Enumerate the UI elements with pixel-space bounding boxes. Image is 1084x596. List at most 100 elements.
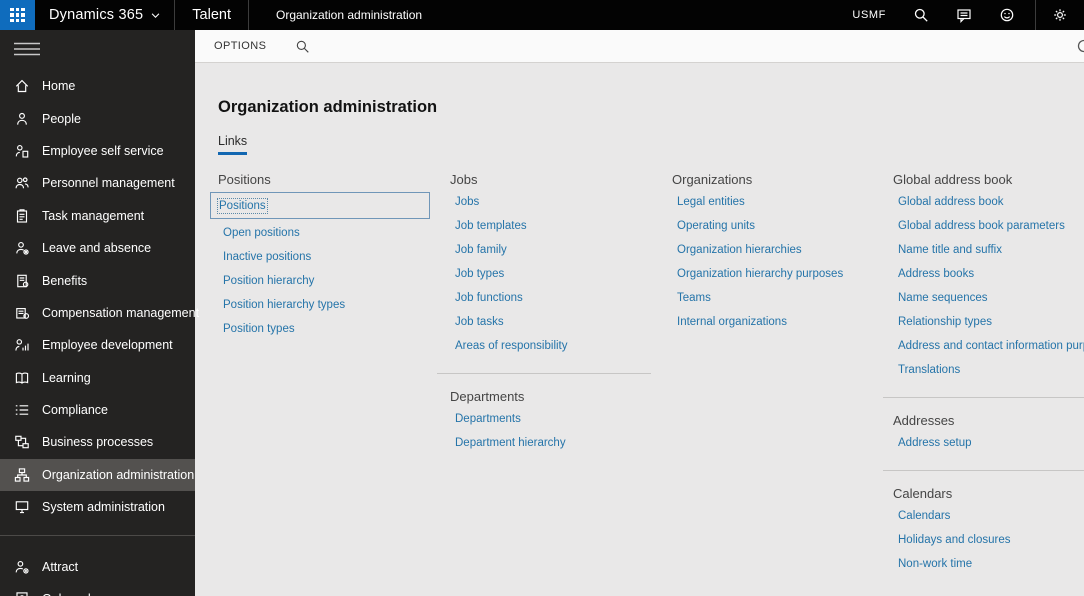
app-name-label: Dynamics 365	[49, 7, 144, 23]
sidebar-item-business-processes[interactable]: Business processes	[0, 426, 195, 458]
sidebar-item-label: Personnel management	[42, 176, 175, 191]
refresh-button[interactable]	[1076, 38, 1084, 54]
company-picker[interactable]: USMF	[852, 9, 886, 21]
link-name-sequences[interactable]: Name sequences	[898, 292, 988, 304]
options-menu[interactable]: OPTIONS	[214, 40, 266, 52]
sidebar-item-people[interactable]: People	[0, 102, 195, 134]
link-departments[interactable]: Departments	[455, 413, 521, 425]
link-translations[interactable]: Translations	[898, 364, 960, 376]
feedback-button[interactable]	[956, 7, 972, 23]
sidebar-item-label: Onboard	[42, 592, 91, 596]
app-name-menu[interactable]: Dynamics 365	[49, 7, 161, 23]
person-doc-icon	[15, 144, 29, 158]
sidebar-item-employee-development[interactable]: Employee development	[0, 329, 195, 361]
toolbar-search-button[interactable]	[295, 39, 310, 54]
sidebar-item-learning[interactable]: Learning	[0, 362, 195, 394]
sidebar-item-label: Employee self service	[42, 143, 164, 158]
chevron-down-icon	[151, 12, 160, 18]
link-calendars[interactable]: Calendars	[898, 510, 950, 522]
link-job-templates[interactable]: Job templates	[455, 220, 527, 232]
link-name-title-and-suffix[interactable]: Name title and suffix	[898, 244, 1002, 256]
link-relationship-types[interactable]: Relationship types	[898, 316, 992, 328]
link-organization-hierarchies[interactable]: Organization hierarchies	[677, 244, 802, 256]
page-title: Organization administration	[218, 98, 438, 116]
sidebar-item-label: Home	[42, 79, 76, 94]
section-header-organizations: Organizations	[672, 172, 753, 187]
link-non-work-time[interactable]: Non-work time	[898, 558, 972, 570]
sidebar-item-employee-self-service[interactable]: Employee self service	[0, 135, 195, 167]
people-icon	[15, 177, 29, 189]
sidebar-item-label: Learning	[42, 370, 91, 385]
org-chart-icon	[14, 468, 30, 482]
app-launcher-button[interactable]	[0, 0, 35, 30]
help-smiley-button[interactable]	[999, 7, 1015, 23]
home-icon	[15, 79, 29, 93]
links-column-3: Organizations Legal entities Operating uni…	[672, 172, 893, 340]
link-operating-units[interactable]: Operating units	[677, 220, 755, 232]
smiley-icon	[1000, 8, 1014, 22]
link-address-setup[interactable]: Address setup	[898, 437, 972, 449]
link-global-address-book[interactable]: Global address book	[898, 196, 1003, 208]
link-department-hierarchy[interactable]: Department hierarchy	[455, 437, 566, 449]
section-header-positions: Positions	[218, 172, 271, 187]
sidebar-item-organization-administration[interactable]: Organization administration	[0, 458, 195, 492]
sidebar-item-leave-and-absence[interactable]: Leave and absence	[0, 232, 195, 264]
link-address-books[interactable]: Address books	[898, 268, 974, 280]
search-button[interactable]	[913, 7, 929, 23]
sidebar-item-compensation-management[interactable]: Compensation management	[0, 297, 199, 329]
sidebar-item-label: System administration	[42, 500, 165, 515]
compensation-icon	[16, 307, 30, 319]
section-header-global-address-book: Global address book	[893, 172, 1013, 187]
sidebar-item-label: Employee development	[42, 338, 173, 353]
refresh-icon	[1077, 39, 1084, 53]
search-icon	[297, 40, 310, 53]
hamburger-button[interactable]	[14, 41, 40, 57]
link-address-and-contact-information-purpose[interactable]: Address and contact information purpose	[898, 340, 1084, 352]
module-name[interactable]: Talent	[175, 7, 248, 23]
section-header-departments: Departments	[450, 389, 525, 404]
sidebar-item-attract[interactable]: Attract	[0, 550, 195, 582]
sidebar-item-label: Compliance	[42, 403, 109, 418]
tab-strip: Links	[218, 132, 1084, 155]
link-positions-focused[interactable]: Positions	[210, 192, 430, 219]
link-teams[interactable]: Teams	[677, 292, 711, 304]
link-open-positions[interactable]: Open positions	[223, 227, 300, 239]
links-column-4: Global address book Global address book Gl…	[883, 172, 1084, 582]
link-position-types[interactable]: Position types	[223, 323, 295, 335]
link-internal-organizations[interactable]: Internal organizations	[677, 316, 787, 328]
link-global-address-book-parameters[interactable]: Global address book parameters	[898, 220, 1065, 232]
link-job-family[interactable]: Job family	[455, 244, 507, 256]
sidebar-item-task-management[interactable]: Task management	[0, 200, 195, 232]
sidebar-item-system-administration[interactable]: System administration	[0, 491, 195, 523]
sidebar-item-compliance[interactable]: Compliance	[0, 394, 195, 426]
link-job-types[interactable]: Job types	[455, 268, 504, 280]
link-areas-of-responsibility[interactable]: Areas of responsibility	[455, 340, 568, 352]
tab-links[interactable]: Links	[218, 134, 248, 155]
link-job-tasks[interactable]: Job tasks	[455, 316, 504, 328]
navigation-sidebar: Home People Employee self service Personnel…	[0, 30, 199, 596]
links-column-2: Jobs Jobs Job templates Job family Job types…	[437, 172, 672, 461]
learning-icon	[15, 372, 29, 384]
links-columns: Positions Positions Open positions Inactive…	[195, 172, 1084, 582]
link-legal-entities[interactable]: Legal entities	[677, 196, 745, 208]
benefits-icon	[17, 274, 29, 287]
link-inactive-positions[interactable]: Inactive positions	[223, 251, 311, 263]
link-job-functions[interactable]: Job functions	[455, 292, 523, 304]
link-position-hierarchy[interactable]: Position hierarchy	[223, 275, 314, 287]
link-jobs[interactable]: Jobs	[455, 196, 479, 208]
sidebar-item-label: Organization administration	[42, 467, 195, 482]
main-content: Organization administration Links Positi…	[195, 63, 1084, 596]
onboard-icon	[16, 592, 28, 596]
link-organization-hierarchy-purposes[interactable]: Organization hierarchy purposes	[677, 268, 843, 280]
sidebar-item-personnel-management[interactable]: Personnel management	[0, 167, 195, 199]
settings-button[interactable]	[1052, 7, 1068, 23]
links-column-1: Positions Positions Open positions Inactive…	[210, 172, 450, 347]
sidebar-item-onboard[interactable]: Onboard	[0, 583, 195, 596]
sidebar-item-home[interactable]: Home	[0, 70, 195, 102]
link-position-hierarchy-types[interactable]: Position hierarchy types	[223, 299, 345, 311]
sidebar-item-benefits[interactable]: Benefits	[0, 264, 195, 296]
sidebar-item-label: People	[42, 111, 81, 126]
link-holidays-and-closures[interactable]: Holidays and closures	[898, 534, 1011, 546]
search-icon	[914, 8, 928, 22]
feedback-icon	[957, 9, 971, 23]
